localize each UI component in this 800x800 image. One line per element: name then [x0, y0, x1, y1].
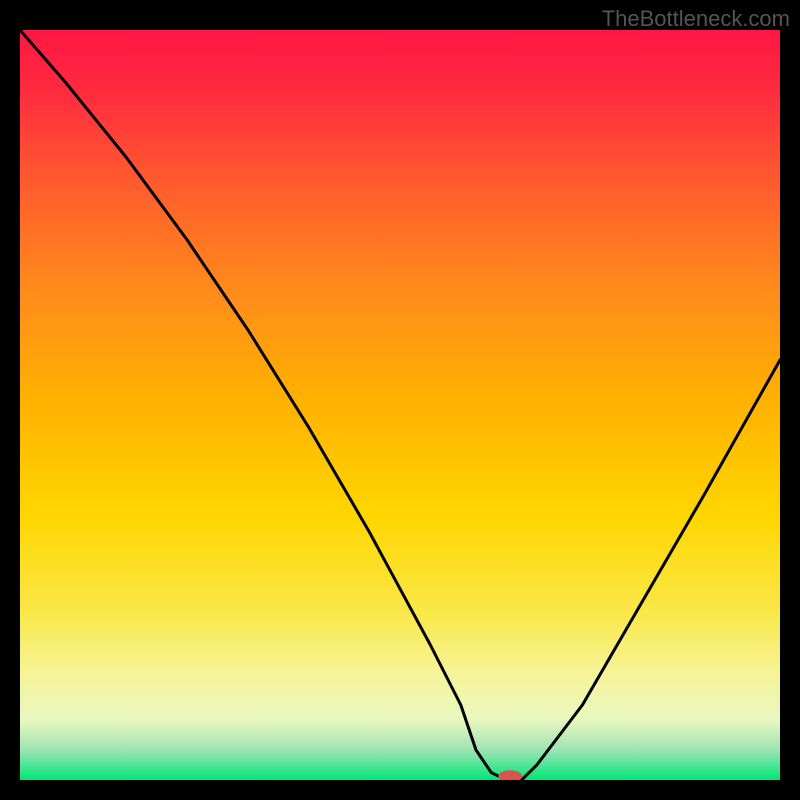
chart-area: [20, 30, 780, 780]
chart-svg: [20, 30, 780, 780]
gradient-background: [20, 30, 780, 780]
watermark-label: TheBottleneck.com: [602, 6, 790, 32]
